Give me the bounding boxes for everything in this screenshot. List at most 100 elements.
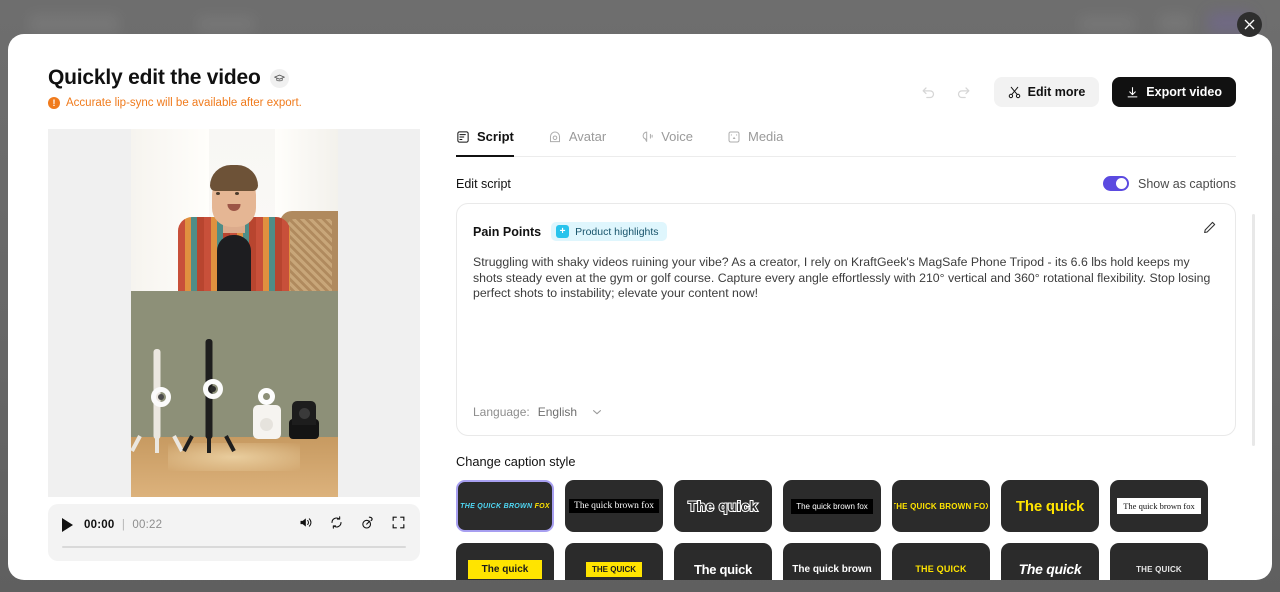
video-scene-product xyxy=(129,291,338,497)
caption-style-option[interactable]: THE QUICK BROWN FOX xyxy=(892,480,990,532)
tab-script[interactable]: Script xyxy=(456,129,514,157)
caption-style-preview-text: THE QUICK xyxy=(915,564,967,574)
total-duration: 00:22 xyxy=(132,519,163,531)
editor-panel: Script Avatar Voice Media Edit script Sh… xyxy=(456,129,1255,580)
language-label: Language: xyxy=(473,405,530,419)
tab-media[interactable]: Media xyxy=(727,129,783,157)
product-highlights-chip[interactable]: + Product highlights xyxy=(551,222,667,241)
caption-style-option[interactable]: THE QUICK xyxy=(892,543,990,580)
tab-avatar[interactable]: Avatar xyxy=(548,129,606,157)
editor-tabs: Script Avatar Voice Media xyxy=(456,129,1236,157)
export-video-button[interactable]: Export video xyxy=(1112,77,1236,107)
caption-style-preview-text: THE QUICK xyxy=(1136,564,1182,574)
video-canvas xyxy=(129,129,338,497)
script-textarea[interactable]: Struggling with shaky videos ruining you… xyxy=(473,255,1215,302)
tab-voice[interactable]: Voice xyxy=(640,129,693,157)
caption-style-preview-text: THE QUICK BROWN FOX xyxy=(892,501,990,511)
undo-button[interactable] xyxy=(918,81,940,103)
caption-style-preview-text: The quick brown fox xyxy=(1117,498,1201,514)
caption-style-option[interactable]: The quick xyxy=(1001,543,1099,580)
backdrop-blur-block xyxy=(196,16,256,32)
modal-header: Quickly edit the video ! Accurate lip-sy… xyxy=(8,34,1272,109)
lip-sync-notice-text: Accurate lip-sync will be available afte… xyxy=(66,97,302,109)
caption-style-heading: Change caption style xyxy=(456,454,576,469)
avatar-icon xyxy=(549,131,560,142)
script-card-header: Pain Points + Product highlights xyxy=(471,222,1217,241)
caption-style-grid: THE QUICK BROWN FOX The quick brown fox … xyxy=(456,480,1236,580)
fullscreen-icon[interactable] xyxy=(391,515,406,535)
modal-body: 00:00 | 00:22 Script Avatar Voice Media … xyxy=(8,129,1272,580)
redo-icon xyxy=(958,86,970,98)
time-separator: | xyxy=(121,519,126,531)
undo-icon xyxy=(922,86,935,98)
backdrop-blur-block xyxy=(28,14,120,34)
tab-script-label: Script xyxy=(477,129,514,144)
editor-scrollbar[interactable] xyxy=(1252,214,1255,446)
caption-style-preview-text: The quick xyxy=(1015,497,1085,515)
language-value: English xyxy=(537,405,578,419)
playback-speed-icon[interactable] xyxy=(360,515,375,535)
close-modal-button[interactable] xyxy=(1237,12,1262,37)
download-icon xyxy=(1127,86,1138,97)
caption-style-preview-text: The quick brown fox xyxy=(569,499,659,513)
chevron-down-icon xyxy=(593,410,602,415)
product-highlights-label: Product highlights xyxy=(575,225,659,238)
presenter-figure xyxy=(178,165,290,291)
caption-style-option[interactable]: The quick brown fox xyxy=(565,480,663,532)
caption-style-preview-text: The quick brown xyxy=(792,563,872,575)
scissors-icon xyxy=(1008,86,1020,98)
graduation-cap-icon[interactable] xyxy=(269,68,289,88)
caption-style-preview-text: The quick xyxy=(467,559,543,579)
tab-voice-label: Voice xyxy=(661,129,693,144)
tab-media-label: Media xyxy=(748,129,784,144)
loop-icon[interactable] xyxy=(329,515,344,535)
pencil-icon xyxy=(1204,221,1216,234)
edit-script-label: Edit script xyxy=(456,176,511,191)
edit-more-button[interactable]: Edit more xyxy=(993,77,1100,107)
media-icon xyxy=(728,131,740,142)
backdrop-blur-block xyxy=(1158,14,1192,32)
video-preview[interactable] xyxy=(48,129,420,497)
caption-style-preview-text: The quick brown fox xyxy=(791,498,873,514)
caption-style-option[interactable]: THE QUICK BROWN FOX xyxy=(456,480,554,532)
caption-style-option[interactable]: The quick xyxy=(674,480,772,532)
export-video-label: Export video xyxy=(1146,85,1222,99)
player-controls: 00:00 | 00:22 xyxy=(48,504,420,561)
script-card: Pain Points + Product highlights Struggl… xyxy=(456,203,1255,446)
caption-style-option[interactable]: THE QUICK xyxy=(1110,543,1208,580)
caption-style-option[interactable]: The quick xyxy=(674,543,772,580)
caption-style-preview-text: THE QUICK xyxy=(586,561,642,577)
caption-style-preview-text: THE QUICK BROWN xyxy=(460,502,535,510)
tab-avatar-label: Avatar xyxy=(568,129,607,144)
edit-script-button[interactable] xyxy=(1202,220,1217,240)
caption-style-preview-text: The quick xyxy=(687,497,758,515)
caption-style-preview-text: The quick xyxy=(1018,561,1082,577)
redo-button[interactable] xyxy=(953,81,975,103)
header-actions: Edit more Export video xyxy=(918,77,1236,107)
warning-icon: ! xyxy=(48,97,60,109)
seek-bar[interactable] xyxy=(62,546,406,548)
caption-style-preview-text: The quick xyxy=(694,561,752,577)
play-icon[interactable] xyxy=(62,518,73,532)
script-section-header: Edit script Show as captions xyxy=(456,176,1236,191)
caption-style-option[interactable]: THE QUICK xyxy=(565,543,663,580)
page-title: Quickly edit the video xyxy=(48,66,261,89)
caption-style-option[interactable]: The quick xyxy=(1001,480,1099,532)
caption-style-accent-text: FOX xyxy=(534,502,550,510)
language-selector[interactable]: Language: English xyxy=(473,405,603,419)
show-as-captions-label: Show as captions xyxy=(1138,176,1236,191)
plus-square-icon: + xyxy=(556,225,570,238)
current-time: 00:00 xyxy=(84,519,115,531)
caption-style-option[interactable]: The quick xyxy=(456,543,554,580)
backdrop-blur-block xyxy=(1078,16,1136,32)
caption-style-option[interactable]: The quick brown fox xyxy=(1110,480,1208,532)
script-section-title: Pain Points xyxy=(473,224,542,239)
caption-style-option[interactable]: The quick brown fox xyxy=(783,480,881,532)
edit-video-modal: Quickly edit the video ! Accurate lip-sy… xyxy=(8,34,1272,580)
caption-style-option[interactable]: The quick brown xyxy=(783,543,881,580)
toggle-switch[interactable] xyxy=(1103,176,1130,191)
voice-icon xyxy=(642,131,653,142)
show-as-captions-toggle[interactable]: Show as captions xyxy=(1103,176,1236,191)
video-scene-presenter xyxy=(130,129,338,291)
volume-icon[interactable] xyxy=(298,515,313,535)
